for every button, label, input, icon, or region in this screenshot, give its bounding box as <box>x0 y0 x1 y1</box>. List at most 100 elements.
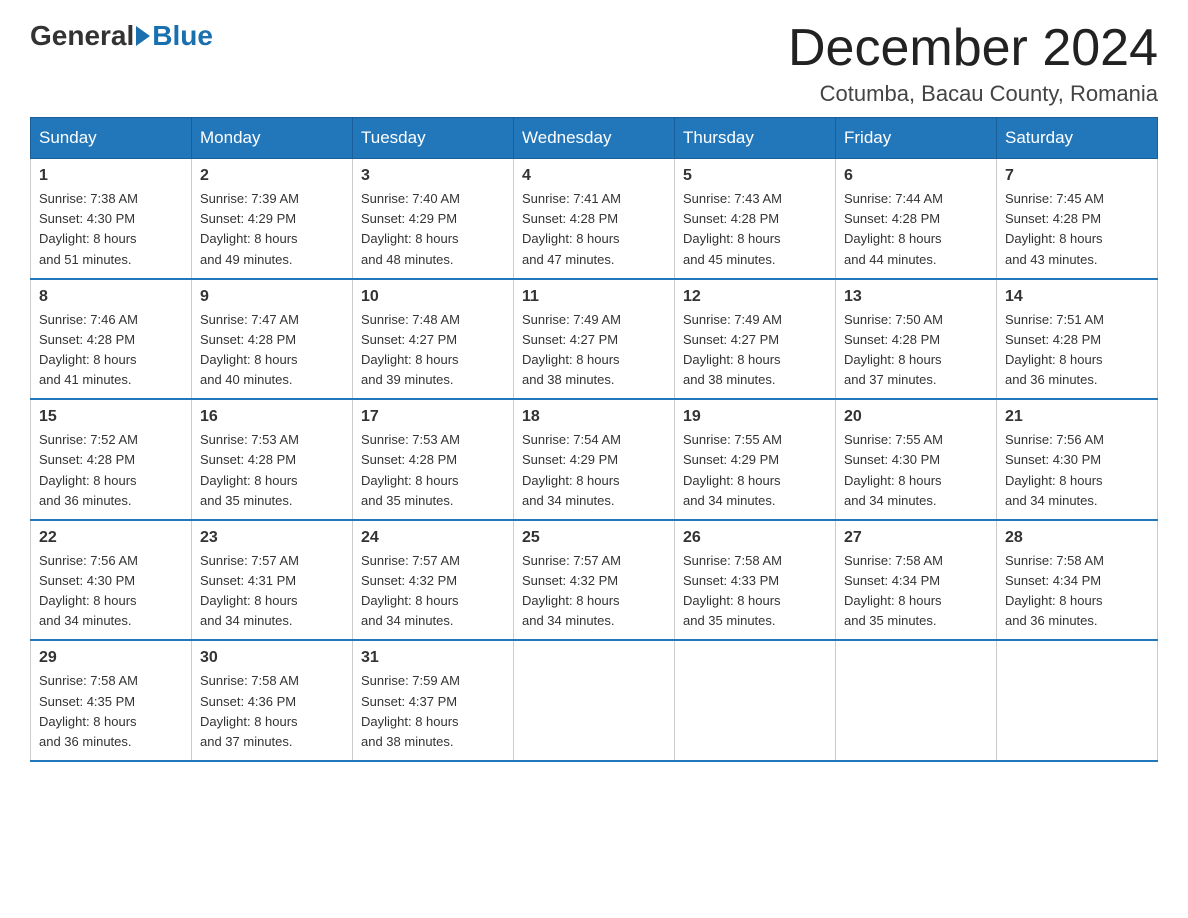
day-number: 8 <box>39 288 183 306</box>
day-info: Sunrise: 7:46 AMSunset: 4:28 PMDaylight:… <box>39 310 183 391</box>
calendar-week-row: 1 Sunrise: 7:38 AMSunset: 4:30 PMDayligh… <box>31 159 1158 279</box>
day-number: 9 <box>200 288 344 306</box>
logo-blue-text: Blue <box>152 20 213 52</box>
day-info: Sunrise: 7:57 AMSunset: 4:31 PMDaylight:… <box>200 551 344 632</box>
calendar-day-cell: 28 Sunrise: 7:58 AMSunset: 4:34 PMDaylig… <box>997 520 1158 641</box>
day-of-week-header: Thursday <box>675 118 836 159</box>
calendar-day-cell: 19 Sunrise: 7:55 AMSunset: 4:29 PMDaylig… <box>675 399 836 520</box>
calendar-day-cell <box>514 640 675 761</box>
day-info: Sunrise: 7:55 AMSunset: 4:29 PMDaylight:… <box>683 430 827 511</box>
day-of-week-header: Monday <box>192 118 353 159</box>
day-number: 19 <box>683 408 827 426</box>
location-subtitle: Cotumba, Bacau County, Romania <box>788 81 1158 107</box>
day-info: Sunrise: 7:39 AMSunset: 4:29 PMDaylight:… <box>200 189 344 270</box>
day-info: Sunrise: 7:40 AMSunset: 4:29 PMDaylight:… <box>361 189 505 270</box>
day-info: Sunrise: 7:52 AMSunset: 4:28 PMDaylight:… <box>39 430 183 511</box>
day-number: 2 <box>200 167 344 185</box>
calendar-day-cell: 25 Sunrise: 7:57 AMSunset: 4:32 PMDaylig… <box>514 520 675 641</box>
day-info: Sunrise: 7:53 AMSunset: 4:28 PMDaylight:… <box>200 430 344 511</box>
calendar-day-cell: 29 Sunrise: 7:58 AMSunset: 4:35 PMDaylig… <box>31 640 192 761</box>
day-info: Sunrise: 7:58 AMSunset: 4:35 PMDaylight:… <box>39 671 183 752</box>
calendar-day-cell: 16 Sunrise: 7:53 AMSunset: 4:28 PMDaylig… <box>192 399 353 520</box>
day-number: 25 <box>522 529 666 547</box>
calendar-day-cell: 30 Sunrise: 7:58 AMSunset: 4:36 PMDaylig… <box>192 640 353 761</box>
day-number: 30 <box>200 649 344 667</box>
calendar-day-cell: 24 Sunrise: 7:57 AMSunset: 4:32 PMDaylig… <box>353 520 514 641</box>
day-number: 21 <box>1005 408 1149 426</box>
day-info: Sunrise: 7:47 AMSunset: 4:28 PMDaylight:… <box>200 310 344 391</box>
day-number: 23 <box>200 529 344 547</box>
day-number: 13 <box>844 288 988 306</box>
calendar-day-cell: 9 Sunrise: 7:47 AMSunset: 4:28 PMDayligh… <box>192 279 353 400</box>
day-number: 11 <box>522 288 666 306</box>
day-info: Sunrise: 7:51 AMSunset: 4:28 PMDaylight:… <box>1005 310 1149 391</box>
day-of-week-header: Saturday <box>997 118 1158 159</box>
day-of-week-header: Sunday <box>31 118 192 159</box>
day-info: Sunrise: 7:58 AMSunset: 4:34 PMDaylight:… <box>844 551 988 632</box>
day-number: 31 <box>361 649 505 667</box>
day-number: 12 <box>683 288 827 306</box>
day-number: 26 <box>683 529 827 547</box>
day-number: 24 <box>361 529 505 547</box>
day-info: Sunrise: 7:56 AMSunset: 4:30 PMDaylight:… <box>39 551 183 632</box>
day-number: 29 <box>39 649 183 667</box>
calendar-week-row: 8 Sunrise: 7:46 AMSunset: 4:28 PMDayligh… <box>31 279 1158 400</box>
logo-arrow-icon <box>136 26 150 46</box>
day-info: Sunrise: 7:56 AMSunset: 4:30 PMDaylight:… <box>1005 430 1149 511</box>
calendar-day-cell: 20 Sunrise: 7:55 AMSunset: 4:30 PMDaylig… <box>836 399 997 520</box>
calendar-day-cell: 2 Sunrise: 7:39 AMSunset: 4:29 PMDayligh… <box>192 159 353 279</box>
calendar-body: 1 Sunrise: 7:38 AMSunset: 4:30 PMDayligh… <box>31 159 1158 761</box>
day-info: Sunrise: 7:45 AMSunset: 4:28 PMDaylight:… <box>1005 189 1149 270</box>
day-info: Sunrise: 7:44 AMSunset: 4:28 PMDaylight:… <box>844 189 988 270</box>
calendar-day-cell: 4 Sunrise: 7:41 AMSunset: 4:28 PMDayligh… <box>514 159 675 279</box>
calendar-day-cell: 23 Sunrise: 7:57 AMSunset: 4:31 PMDaylig… <box>192 520 353 641</box>
day-number: 20 <box>844 408 988 426</box>
day-info: Sunrise: 7:41 AMSunset: 4:28 PMDaylight:… <box>522 189 666 270</box>
calendar-day-cell: 13 Sunrise: 7:50 AMSunset: 4:28 PMDaylig… <box>836 279 997 400</box>
calendar-day-cell: 15 Sunrise: 7:52 AMSunset: 4:28 PMDaylig… <box>31 399 192 520</box>
day-number: 16 <box>200 408 344 426</box>
day-number: 17 <box>361 408 505 426</box>
day-info: Sunrise: 7:58 AMSunset: 4:33 PMDaylight:… <box>683 551 827 632</box>
day-info: Sunrise: 7:57 AMSunset: 4:32 PMDaylight:… <box>361 551 505 632</box>
day-of-week-header: Wednesday <box>514 118 675 159</box>
day-number: 5 <box>683 167 827 185</box>
calendar-day-cell <box>675 640 836 761</box>
day-info: Sunrise: 7:58 AMSunset: 4:34 PMDaylight:… <box>1005 551 1149 632</box>
day-info: Sunrise: 7:38 AMSunset: 4:30 PMDaylight:… <box>39 189 183 270</box>
calendar-day-cell <box>836 640 997 761</box>
day-info: Sunrise: 7:55 AMSunset: 4:30 PMDaylight:… <box>844 430 988 511</box>
page-header: General Blue December 2024 Cotumba, Baca… <box>30 20 1158 107</box>
calendar-week-row: 29 Sunrise: 7:58 AMSunset: 4:35 PMDaylig… <box>31 640 1158 761</box>
calendar-week-row: 15 Sunrise: 7:52 AMSunset: 4:28 PMDaylig… <box>31 399 1158 520</box>
days-of-week-row: SundayMondayTuesdayWednesdayThursdayFrid… <box>31 118 1158 159</box>
day-info: Sunrise: 7:43 AMSunset: 4:28 PMDaylight:… <box>683 189 827 270</box>
day-number: 27 <box>844 529 988 547</box>
calendar-day-cell: 5 Sunrise: 7:43 AMSunset: 4:28 PMDayligh… <box>675 159 836 279</box>
calendar-week-row: 22 Sunrise: 7:56 AMSunset: 4:30 PMDaylig… <box>31 520 1158 641</box>
day-number: 28 <box>1005 529 1149 547</box>
calendar-day-cell: 7 Sunrise: 7:45 AMSunset: 4:28 PMDayligh… <box>997 159 1158 279</box>
day-of-week-header: Tuesday <box>353 118 514 159</box>
month-title: December 2024 <box>788 20 1158 77</box>
day-info: Sunrise: 7:59 AMSunset: 4:37 PMDaylight:… <box>361 671 505 752</box>
calendar-day-cell: 8 Sunrise: 7:46 AMSunset: 4:28 PMDayligh… <box>31 279 192 400</box>
calendar-day-cell: 6 Sunrise: 7:44 AMSunset: 4:28 PMDayligh… <box>836 159 997 279</box>
calendar-day-cell: 11 Sunrise: 7:49 AMSunset: 4:27 PMDaylig… <box>514 279 675 400</box>
calendar-day-cell <box>997 640 1158 761</box>
logo-general-text: General <box>30 20 134 52</box>
calendar-day-cell: 22 Sunrise: 7:56 AMSunset: 4:30 PMDaylig… <box>31 520 192 641</box>
day-info: Sunrise: 7:53 AMSunset: 4:28 PMDaylight:… <box>361 430 505 511</box>
calendar-table: SundayMondayTuesdayWednesdayThursdayFrid… <box>30 117 1158 762</box>
day-info: Sunrise: 7:50 AMSunset: 4:28 PMDaylight:… <box>844 310 988 391</box>
calendar-day-cell: 27 Sunrise: 7:58 AMSunset: 4:34 PMDaylig… <box>836 520 997 641</box>
day-number: 14 <box>1005 288 1149 306</box>
day-info: Sunrise: 7:57 AMSunset: 4:32 PMDaylight:… <box>522 551 666 632</box>
day-number: 6 <box>844 167 988 185</box>
day-info: Sunrise: 7:49 AMSunset: 4:27 PMDaylight:… <box>683 310 827 391</box>
day-info: Sunrise: 7:48 AMSunset: 4:27 PMDaylight:… <box>361 310 505 391</box>
day-number: 15 <box>39 408 183 426</box>
day-number: 10 <box>361 288 505 306</box>
day-number: 22 <box>39 529 183 547</box>
day-info: Sunrise: 7:58 AMSunset: 4:36 PMDaylight:… <box>200 671 344 752</box>
